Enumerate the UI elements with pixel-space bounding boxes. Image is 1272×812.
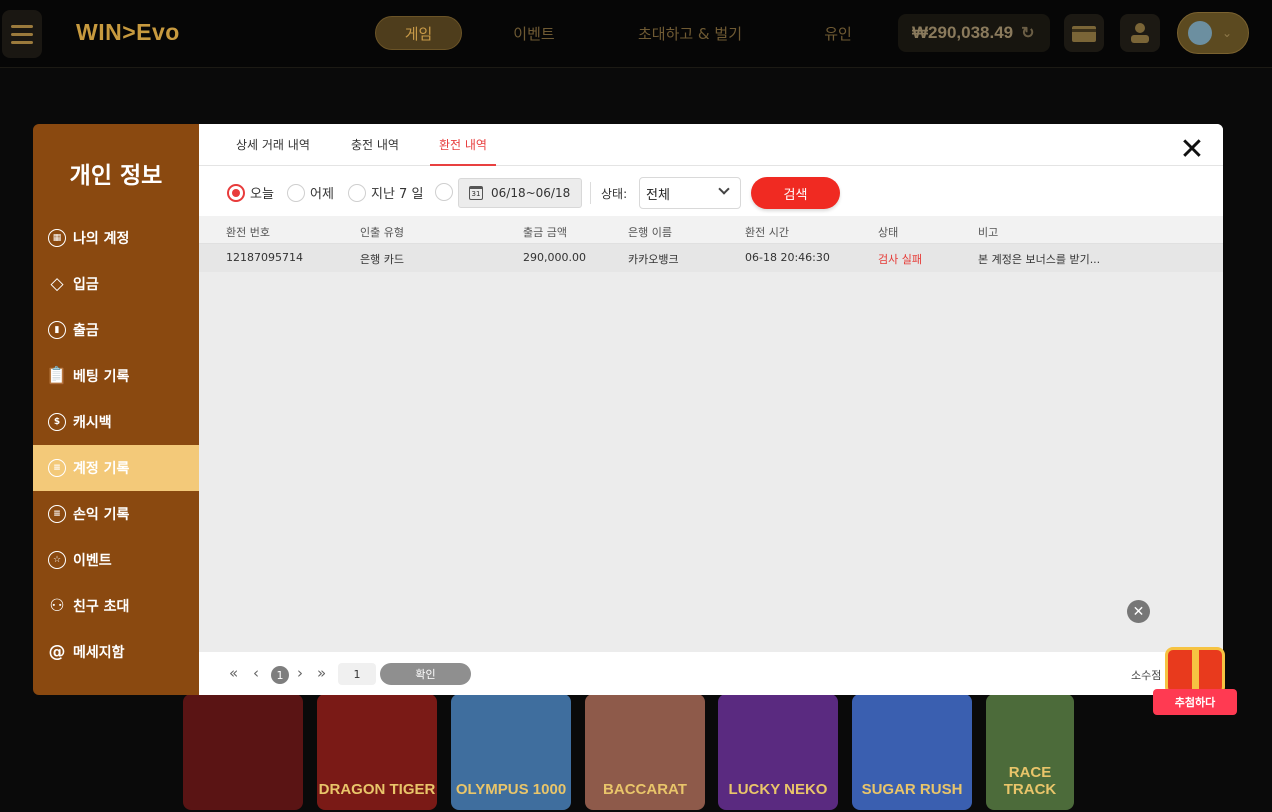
chevron-down-icon: ⌄ xyxy=(1222,26,1233,40)
withdraw-icon: ▮ xyxy=(48,321,66,339)
radio-dot xyxy=(287,183,305,202)
cell-amount: 290,000.00 xyxy=(523,251,586,264)
calendar-icon: 31 xyxy=(469,186,483,200)
balance-display: ₩290,038.49 ↻ xyxy=(898,14,1050,52)
balance-amount: ₩290,038.49 xyxy=(912,23,1014,42)
sidebar-item-profit-record[interactable]: ≡ 손익 기록 xyxy=(33,491,199,537)
table-row: 12187095714 은행 카드 290,000.00 카카오뱅크 06-18… xyxy=(199,244,1223,272)
user-coin-icon xyxy=(1131,23,1149,43)
avatar xyxy=(1188,21,1212,45)
radio-last-7-days[interactable]: 지난 7 일 xyxy=(348,183,423,202)
sidebar-item-invite-friends[interactable]: ⚇ 친구 초대 xyxy=(33,583,199,629)
table-header: 환전 번호 인출 유형 출금 금액 은행 이름 환전 시간 상태 비고 xyxy=(199,216,1223,244)
radio-custom-range[interactable] xyxy=(435,183,453,201)
cell-status: 검사 실패 xyxy=(878,253,922,266)
next-page-icon[interactable]: › xyxy=(297,664,303,682)
profit-icon: ≡ xyxy=(48,505,66,523)
divider xyxy=(590,182,591,204)
col-header: 인출 유형 xyxy=(360,226,404,239)
radio-dot xyxy=(435,183,453,201)
game-thumb[interactable]: RACE TRACK xyxy=(986,694,1074,810)
filter-bar: 오늘 어제 지난 7 일 31 06/18~06/18 상태: 전체 검색 xyxy=(199,166,1223,216)
cell-withdraw-id: 12187095714 xyxy=(226,251,303,264)
tab-deposit-history[interactable]: 충전 내역 xyxy=(351,136,399,166)
col-header: 비고 xyxy=(978,226,999,239)
invite-icon: ⚇ xyxy=(49,595,65,616)
col-header: 출금 금액 xyxy=(523,226,567,239)
nav-invite-earn[interactable]: 초대하고 & 벌기 xyxy=(620,16,760,50)
wallet-button[interactable] xyxy=(1064,14,1104,52)
radio-dot-selected xyxy=(227,183,245,202)
sidebar-item-betting-record[interactable]: 📋 베팅 기록 xyxy=(33,353,199,399)
game-thumb[interactable]: OLYMPUS 1000 xyxy=(451,694,571,810)
last-page-icon[interactable]: » xyxy=(317,664,326,682)
personal-info-modal: 개인 정보 ▦ 나의 계정 ◇ 입금 ▮ 출금 📋 베팅 기록 $ 캐시백 ≡ … xyxy=(33,124,1223,695)
cell-withdraw-time: 06-18 20:46:30 xyxy=(745,251,830,264)
wallet-icon xyxy=(1072,26,1096,42)
cell-remark[interactable]: 본 계정은 보너스를 받기... xyxy=(978,251,1100,267)
sidebar-item-deposit[interactable]: ◇ 입금 xyxy=(33,261,199,307)
tab-transaction-detail[interactable]: 상세 거래 내역 xyxy=(236,136,310,166)
game-thumb[interactable]: DRAGON TIGER xyxy=(317,694,437,810)
date-range-picker[interactable]: 31 06/18~06/18 xyxy=(458,178,582,208)
at-icon: @ xyxy=(48,641,66,662)
first-page-icon[interactable]: « xyxy=(229,664,238,682)
game-thumb[interactable] xyxy=(183,694,303,810)
lucky-draw-widget[interactable]: 추첨하다 xyxy=(1153,641,1237,719)
refresh-icon[interactable]: ↻ xyxy=(1021,23,1034,43)
sidebar-title: 개인 정보 xyxy=(69,163,163,189)
tab-bar: 상세 거래 내역 충전 내역 환전 내역 ✕ xyxy=(199,124,1223,166)
menu-button[interactable] xyxy=(2,10,42,58)
status-label: 상태: xyxy=(601,187,628,201)
pagination: « ‹ 1 › » 1 확인 소수점 xyxy=(199,652,1223,695)
date-range-value: 06/18~06/18 xyxy=(491,186,571,200)
col-header: 환전 시간 xyxy=(745,226,789,239)
lucky-draw-label: 추첨하다 xyxy=(1153,689,1237,715)
star-icon: ☆ xyxy=(48,551,66,569)
status-select[interactable]: 전체 xyxy=(639,177,741,209)
avatar-menu[interactable]: ⌄ xyxy=(1177,12,1249,54)
confirm-button[interactable]: 확인 xyxy=(380,663,471,685)
gift-icon xyxy=(1165,647,1225,695)
game-thumb[interactable]: BACCARAT xyxy=(585,694,705,810)
sidebar-item-events[interactable]: ☆ 이벤트 xyxy=(33,537,199,583)
profile-coin-button[interactable] xyxy=(1120,14,1160,52)
game-thumb[interactable]: LUCKY NEKO xyxy=(718,694,838,810)
account-icon: ▦ xyxy=(48,229,66,247)
sidebar-item-withdraw[interactable]: ▮ 출금 xyxy=(33,307,199,353)
clipboard-icon: 📋 xyxy=(46,365,68,386)
cell-withdraw-type: 은행 카드 xyxy=(360,253,404,266)
radio-yesterday[interactable]: 어제 xyxy=(287,183,334,202)
current-page[interactable]: 1 xyxy=(271,666,289,684)
close-circle-icon[interactable]: ✕ xyxy=(1127,600,1150,623)
modal-sidebar: 개인 정보 ▦ 나의 계정 ◇ 입금 ▮ 출금 📋 베팅 기록 $ 캐시백 ≡ … xyxy=(33,124,199,695)
nav-promo[interactable]: 유인 xyxy=(800,16,876,50)
radio-today[interactable]: 오늘 xyxy=(227,183,274,202)
modal-content: 상세 거래 내역 충전 내역 환전 내역 ✕ 오늘 어제 지난 7 일 31 0… xyxy=(199,124,1223,695)
sidebar-item-account-record[interactable]: ≡ 계정 기록 xyxy=(33,445,199,491)
chevron-down-icon xyxy=(718,183,730,195)
col-header: 은행 이름 xyxy=(628,226,672,239)
sidebar-item-my-account[interactable]: ▦ 나의 계정 xyxy=(33,215,199,261)
prev-page-icon[interactable]: ‹ xyxy=(253,664,259,682)
game-thumb[interactable]: SUGAR RUSH xyxy=(852,694,972,810)
col-header: 환전 번호 xyxy=(226,226,270,239)
moneybag-icon: $ xyxy=(48,413,66,431)
sidebar-item-cashback[interactable]: $ 캐시백 xyxy=(33,399,199,445)
tab-withdraw-history[interactable]: 환전 내역 xyxy=(430,136,496,166)
record-icon: ≡ xyxy=(48,459,66,477)
nav-events[interactable]: 이벤트 xyxy=(492,16,576,50)
top-header: WIN>Evo 게임 이벤트 초대하고 & 벌기 유인 ₩290,038.49 … xyxy=(0,0,1272,68)
search-button[interactable]: 검색 xyxy=(751,177,840,209)
cell-bank-name: 카카오뱅크 xyxy=(628,253,679,266)
site-logo[interactable]: WIN>Evo xyxy=(76,19,180,46)
close-icon[interactable]: ✕ xyxy=(1179,135,1205,165)
status-select-value: 전체 xyxy=(646,187,670,203)
nav-games[interactable]: 게임 xyxy=(375,16,462,50)
page-input[interactable]: 1 xyxy=(338,663,376,685)
col-header: 상태 xyxy=(878,226,899,239)
deposit-icon: ◇ xyxy=(50,273,64,294)
sidebar-item-messages[interactable]: @ 메세지함 xyxy=(33,629,199,675)
radio-dot xyxy=(348,183,366,202)
